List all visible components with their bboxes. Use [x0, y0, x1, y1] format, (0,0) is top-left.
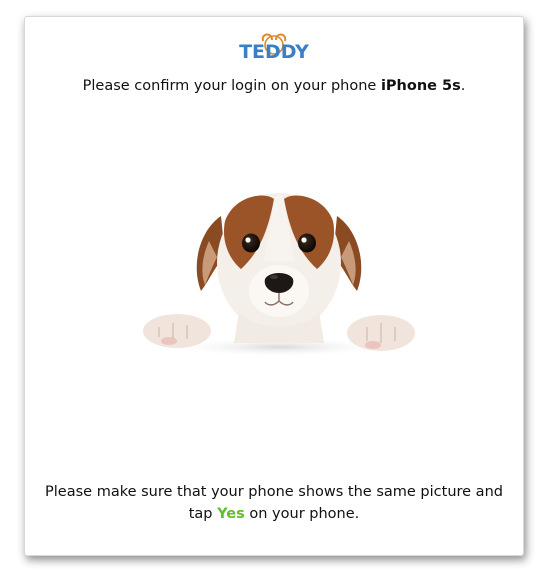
device-name: iPhone 5s: [380, 78, 461, 94]
confirm-message: Please confirm your login on your phone …: [25, 76, 523, 96]
confirm-suffix: .: [460, 78, 466, 94]
puppy-picture-icon: [143, 193, 415, 357]
instructions-tail: on your phone.: [244, 506, 360, 522]
confirm-prefix: Please confirm your login on your phone: [82, 78, 381, 94]
yes-word: Yes: [217, 506, 245, 522]
teddy-logo: TEDDY: [25, 33, 523, 65]
verification-picture: [129, 171, 429, 361]
page: TEDDY Please confirm your login on your …: [0, 0, 554, 581]
teddy-logo-icon: TEDDY: [239, 33, 309, 63]
login-confirmation-card: TEDDY Please confirm your login on your …: [24, 16, 524, 556]
instructions-message: Please make sure that your phone shows t…: [35, 481, 513, 525]
logo-text: TEDDY: [239, 41, 309, 63]
